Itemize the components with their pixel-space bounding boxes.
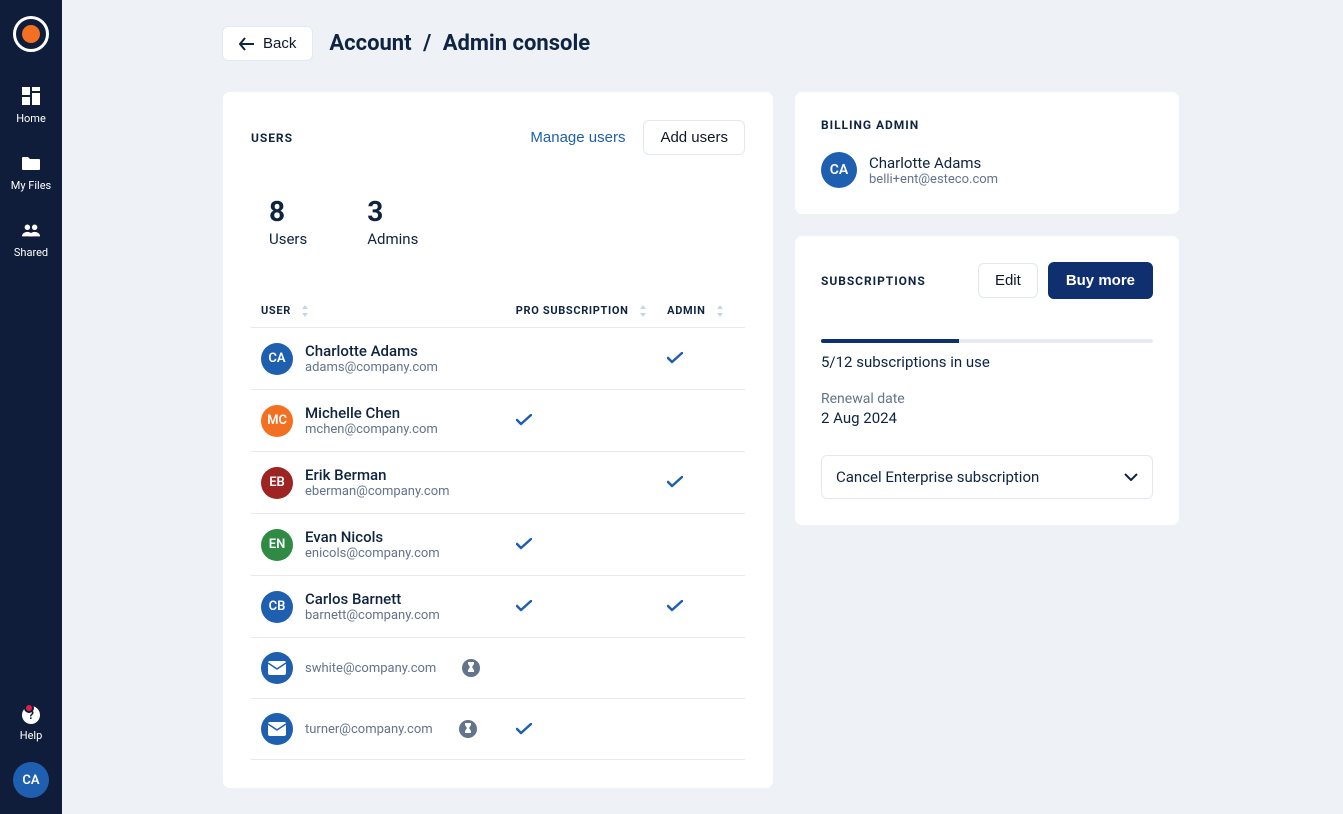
user-name: Evan Nicols — [305, 528, 440, 546]
arrow-left-icon — [239, 37, 255, 51]
check-icon — [667, 352, 683, 364]
edit-subscriptions-button[interactable]: Edit — [978, 263, 1038, 298]
user-email: swhite@company.com — [305, 661, 436, 676]
mail-icon — [261, 652, 293, 684]
main-content: Back Account / Admin console USERS Manag… — [62, 0, 1343, 814]
nav-help[interactable]: ? Help — [20, 705, 43, 742]
check-icon — [516, 723, 532, 735]
home-icon — [21, 86, 41, 106]
sort-icon — [300, 305, 310, 317]
user-email: mchen@company.com — [305, 422, 438, 437]
column-user[interactable]: USER — [251, 294, 512, 328]
admins-count-stat: 3 Admins — [367, 195, 418, 248]
add-users-button[interactable]: Add users — [643, 120, 745, 155]
buy-more-button[interactable]: Buy more — [1048, 262, 1153, 299]
manage-users-link[interactable]: Manage users — [530, 129, 625, 146]
back-button[interactable]: Back — [222, 26, 313, 61]
nav-my-files[interactable]: My Files — [11, 153, 51, 192]
pending-icon — [459, 720, 477, 738]
subscription-progress-fill — [821, 339, 959, 343]
subscriptions-panel: SUBSCRIPTIONS Edit Buy more 5/12 subscri… — [794, 235, 1180, 526]
user-avatar: EB — [261, 467, 293, 499]
nav-label: Shared — [14, 246, 48, 259]
user-name: Charlotte Adams — [305, 342, 438, 360]
subscriptions-in-use-text: 5/12 subscriptions in use — [821, 353, 1153, 371]
user-name: Michelle Chen — [305, 404, 438, 422]
billing-panel-title: BILLING ADMIN — [821, 118, 1153, 132]
subscriptions-title: SUBSCRIPTIONS — [821, 274, 926, 288]
nav-home[interactable]: Home — [16, 86, 46, 125]
renewal-date: 2 Aug 2024 — [821, 409, 1153, 427]
user-avatar: CB — [261, 591, 293, 623]
nav-label: My Files — [11, 179, 51, 192]
table-row[interactable]: EN Evan Nicolsenicols@company.com — [251, 514, 745, 576]
shared-icon — [21, 220, 41, 240]
renewal-label: Renewal date — [821, 391, 1153, 407]
sidebar: Home My Files Shared ? Help CA — [0, 0, 62, 814]
check-icon — [667, 600, 683, 612]
nav-label: Home — [16, 112, 46, 125]
user-email: enicols@company.com — [305, 546, 440, 561]
folder-icon — [21, 153, 41, 173]
table-row[interactable]: CA Charlotte Adamsadams@company.com — [251, 328, 745, 390]
user-avatar: CA — [261, 343, 293, 375]
chevron-down-icon — [1124, 473, 1138, 481]
column-admin[interactable]: ADMIN — [663, 294, 745, 328]
breadcrumb-current: Admin console — [443, 31, 590, 56]
user-email: turner@company.com — [305, 722, 433, 737]
table-row[interactable]: MC Michelle Chenmchen@company.com — [251, 390, 745, 452]
app-logo — [13, 16, 49, 52]
check-icon — [516, 600, 532, 612]
user-name: Erik Berman — [305, 466, 450, 484]
billing-admin-avatar: CA — [821, 152, 857, 188]
nav-label: Help — [20, 729, 43, 742]
header: Back Account / Admin console — [222, 26, 1303, 61]
check-icon — [667, 476, 683, 488]
table-row[interactable]: turner@company.com — [251, 699, 745, 760]
check-icon — [516, 538, 532, 550]
subscription-progress — [821, 339, 1153, 343]
table-row[interactable]: swhite@company.com — [251, 638, 745, 699]
user-avatar[interactable]: CA — [13, 762, 49, 798]
billing-admin-panel: BILLING ADMIN CA Charlotte Adams belli+e… — [794, 91, 1180, 215]
user-name: Carlos Barnett — [305, 590, 440, 608]
table-row[interactable]: EB Erik Bermaneberman@company.com — [251, 452, 745, 514]
sort-icon — [715, 305, 725, 317]
user-avatar: EN — [261, 529, 293, 561]
sort-icon — [638, 305, 648, 317]
breadcrumb-separator: / — [423, 31, 431, 56]
breadcrumb-parent: Account — [329, 31, 411, 56]
users-panel: USERS Manage users Add users 8 Users 3 A… — [222, 91, 774, 789]
users-table: USER PRO SUBSCRIPTION — [251, 294, 745, 760]
check-icon — [516, 414, 532, 426]
breadcrumb: Account / Admin console — [329, 31, 590, 56]
billing-admin-email: belli+ent@esteco.com — [869, 172, 998, 187]
nav-shared[interactable]: Shared — [14, 220, 48, 259]
table-row[interactable]: CB Carlos Barnettbarnett@company.com — [251, 576, 745, 638]
user-email: adams@company.com — [305, 360, 438, 375]
users-count-stat: 8 Users — [269, 195, 307, 248]
users-panel-title: USERS — [251, 131, 293, 145]
pending-icon — [462, 659, 480, 677]
cancel-subscription-select[interactable]: Cancel Enterprise subscription — [821, 455, 1153, 499]
user-email: barnett@company.com — [305, 608, 440, 623]
mail-icon — [261, 713, 293, 745]
user-email: eberman@company.com — [305, 484, 450, 499]
column-pro-subscription[interactable]: PRO SUBSCRIPTION — [512, 294, 663, 328]
user-avatar: MC — [261, 405, 293, 437]
billing-admin-name: Charlotte Adams — [869, 154, 998, 172]
